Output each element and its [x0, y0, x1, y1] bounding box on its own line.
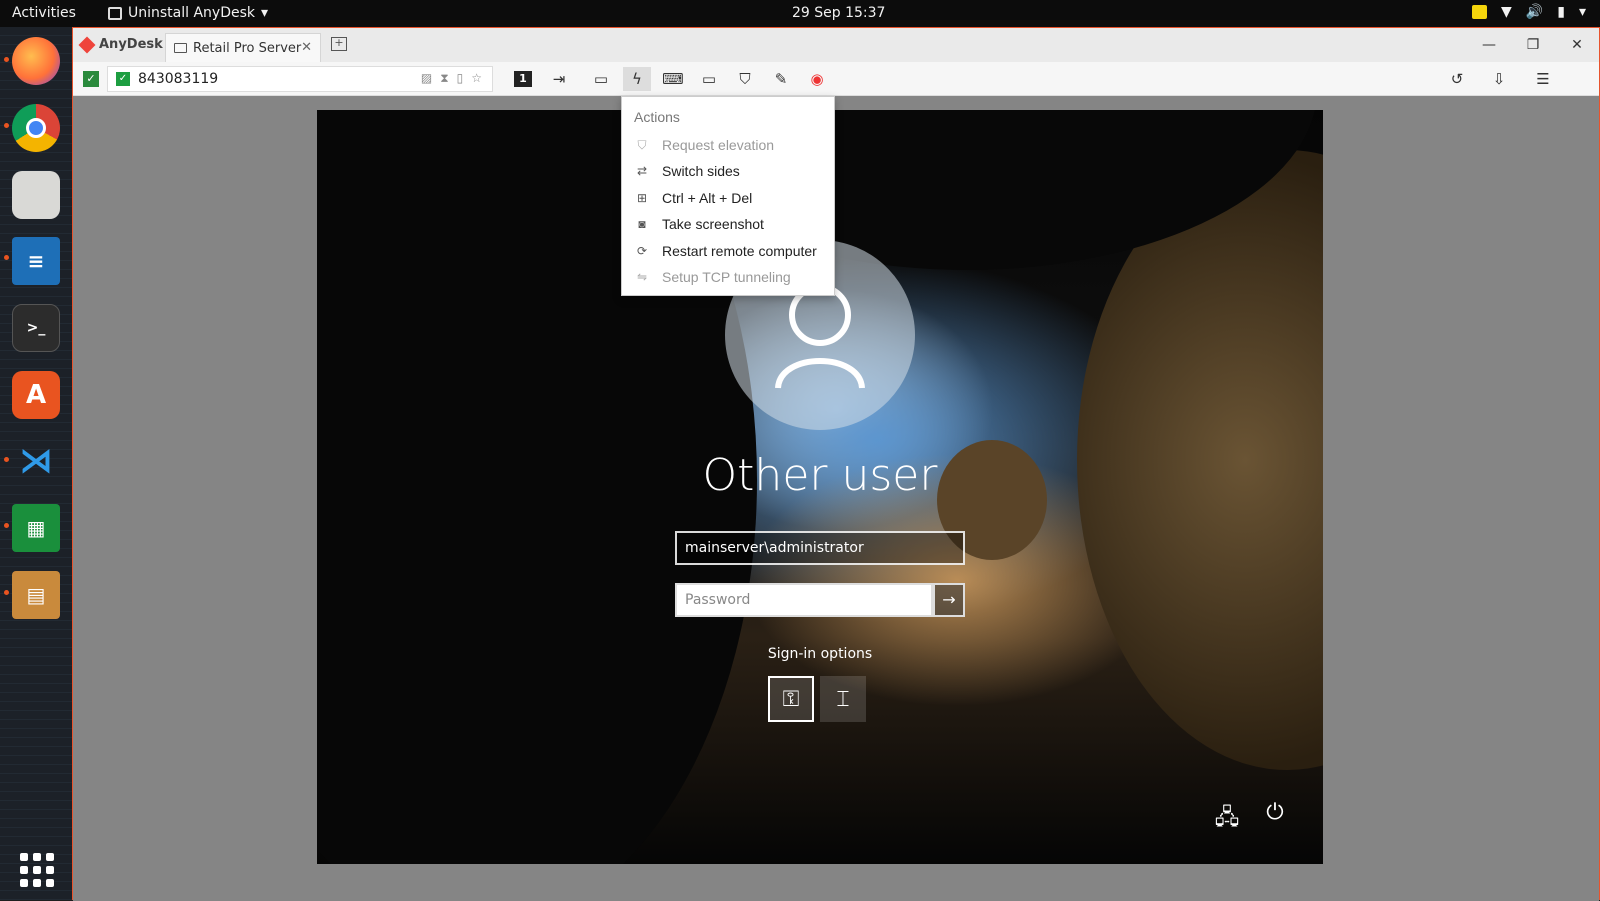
clock[interactable]: 29 Sep 15:37: [792, 5, 885, 21]
menu-item-label: Take screenshot: [662, 216, 764, 232]
menu-item-label: Switch sides: [662, 163, 740, 179]
connection-status-icon: ✓: [83, 71, 99, 87]
running-indicator: [4, 457, 9, 462]
app-center-icon[interactable]: A: [12, 371, 60, 419]
history-icon[interactable]: ↺: [1443, 67, 1471, 91]
anydesk-window: AnyDesk Retail Pro Server ✕ + — ❐ ✕ ✓ ✓ …: [72, 27, 1600, 901]
file-transfer-icon[interactable]: ⇥: [545, 67, 573, 91]
menu-item-restart-remote[interactable]: ⟳ Restart remote computer: [634, 240, 817, 262]
whiteboard-pen-icon[interactable]: ✎: [767, 67, 795, 91]
menu-item-label: Ctrl + Alt + Del: [662, 190, 753, 206]
record-session-icon[interactable]: ◉: [803, 67, 831, 91]
remote-viewport: Other user mainserver\administrator Pass…: [73, 96, 1599, 901]
submit-arrow-icon[interactable]: →: [933, 583, 965, 617]
terminal-icon[interactable]: >_: [12, 304, 60, 352]
app-menu[interactable]: Uninstall AnyDesk ▾: [108, 5, 268, 21]
menu-item-take-screenshot[interactable]: ◙ Take screenshot: [634, 213, 764, 235]
close-tab-icon[interactable]: ✕: [301, 40, 312, 55]
running-indicator: [4, 523, 9, 528]
camera-icon: ◙: [638, 217, 646, 231]
menu-header: Actions: [634, 109, 680, 125]
chevron-down-icon[interactable]: ▾: [1579, 4, 1586, 20]
tab-retail-pro-server[interactable]: Retail Pro Server ✕: [165, 33, 321, 62]
menu-item-label: Setup TCP tunneling: [662, 269, 791, 285]
notes-indicator-icon[interactable]: [1472, 5, 1488, 19]
battery-icon: ▮: [1557, 4, 1565, 20]
system-tray[interactable]: ▼ 🔊 ▮ ▾: [1472, 4, 1586, 20]
permissions-icon[interactable]: ▨: [421, 71, 432, 86]
signin-options-link[interactable]: Sign-in options: [317, 646, 1323, 662]
minimize-button[interactable]: —: [1467, 28, 1511, 62]
gnome-top-bar: Activities Uninstall AnyDesk ▾ 29 Sep 15…: [0, 0, 1600, 27]
address-bar[interactable]: ✓ 843083119 ▨ ⧗ ▯ ☆: [107, 66, 493, 92]
anydesk-app-icon: [108, 6, 122, 20]
address-icons: ▨ ⧗ ▯ ☆: [421, 71, 482, 86]
anydesk-logo[interactable]: AnyDesk: [78, 36, 163, 53]
login-title: Other user: [702, 450, 938, 501]
chevron-down-icon: ▾: [261, 5, 269, 21]
favorite-star-icon[interactable]: ☆: [471, 71, 482, 86]
monitor-icon: [174, 43, 187, 53]
dock: ≡ >_ A ⋊ ▦ ▤: [0, 27, 72, 900]
running-indicator: [4, 255, 9, 260]
files-icon[interactable]: [12, 171, 60, 219]
switch-arrows-icon: ⇄: [636, 164, 648, 178]
archive-icon[interactable]: ▤: [12, 571, 60, 619]
verified-icon: ✓: [116, 72, 130, 86]
downloads-icon[interactable]: ⇩: [1485, 67, 1513, 91]
session-toolbar: ✓ ✓ 843083119 ▨ ⧗ ▯ ☆ 1 ⇥ ▭ ϟ ⌨ ▭ ⛉ ✎ ◉ …: [73, 62, 1599, 96]
firefox-icon[interactable]: [12, 37, 60, 85]
monitor-number: 1: [514, 71, 532, 87]
menu-item-switch-sides[interactable]: ⇄ Switch sides: [634, 160, 740, 182]
writer-icon[interactable]: ≡: [12, 237, 60, 285]
address-value[interactable]: 843083119: [138, 71, 218, 87]
bookmark-icon[interactable]: ▯: [457, 71, 464, 86]
restart-monitor-icon: ⟳: [636, 244, 648, 258]
menu-item-label: Request elevation: [662, 137, 775, 153]
password-field[interactable]: Password: [675, 583, 933, 617]
vscode-icon[interactable]: ⋊: [12, 437, 60, 485]
username-field[interactable]: mainserver\administrator: [675, 531, 965, 565]
anydesk-logo-icon: [78, 36, 96, 53]
restore-button[interactable]: ❐: [1511, 28, 1555, 62]
hourglass-icon[interactable]: ⧗: [440, 71, 448, 86]
monitor-select-button[interactable]: 1: [509, 67, 537, 91]
menu-item-label: Restart remote computer: [662, 243, 817, 259]
running-indicator: [4, 123, 9, 128]
new-tab-icon[interactable]: +: [331, 37, 347, 51]
keyboard-icon[interactable]: ⌨: [659, 67, 687, 91]
volume-icon: 🔊: [1525, 4, 1544, 20]
network-icon[interactable]: 🖧: [1209, 800, 1245, 832]
window-controls: — ❐ ✕: [1467, 28, 1599, 62]
app-menu-label: Uninstall AnyDesk: [128, 5, 256, 21]
key-combo-icon: ⊞: [636, 191, 648, 205]
close-button[interactable]: ✕: [1555, 28, 1599, 62]
show-apps-icon[interactable]: [20, 853, 54, 887]
menu-item-request-elevation[interactable]: ⛉ Request elevation: [634, 134, 774, 156]
title-bar: AnyDesk Retail Pro Server ✕ + — ❐ ✕: [73, 28, 1599, 62]
main-menu-icon[interactable]: ☰: [1529, 67, 1557, 91]
tunnel-icon: ⇋: [636, 270, 648, 284]
actions-lightning-icon[interactable]: ϟ: [623, 67, 651, 91]
permissions-shield-icon[interactable]: ⛉: [731, 67, 759, 91]
activities-button[interactable]: Activities: [12, 5, 76, 21]
power-icon[interactable]: ⏻: [1257, 800, 1293, 832]
running-indicator: [4, 590, 9, 595]
chrome-icon[interactable]: [12, 104, 60, 152]
menu-item-tcp-tunneling[interactable]: ⇋ Setup TCP tunneling: [634, 266, 791, 288]
tab-label: Retail Pro Server: [193, 40, 302, 56]
running-indicator: [4, 57, 9, 62]
actions-menu: Actions ⛉ Request elevation ⇄ Switch sid…: [621, 96, 835, 296]
brand-label: AnyDesk: [99, 37, 163, 52]
password-key-icon[interactable]: ⚿: [768, 676, 814, 722]
shield-icon: ⛉: [637, 138, 647, 152]
display-icon[interactable]: ▭: [695, 67, 723, 91]
menu-item-ctrl-alt-del[interactable]: ⊞ Ctrl + Alt + Del: [634, 187, 752, 209]
chat-icon[interactable]: ▭: [587, 67, 615, 91]
smartcard-icon[interactable]: ⌶: [820, 676, 866, 722]
wifi-icon: ▼: [1501, 4, 1512, 20]
user-silhouette-icon: [775, 284, 865, 389]
calc-icon[interactable]: ▦: [12, 504, 60, 552]
